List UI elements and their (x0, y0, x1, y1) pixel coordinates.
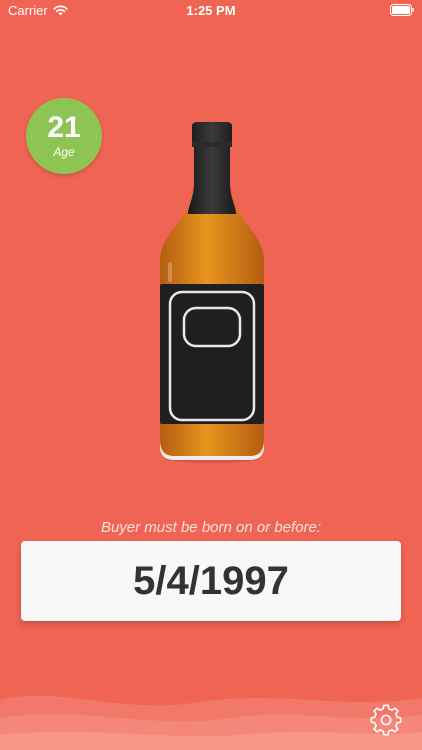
cutoff-date: 5/4/1997 (133, 559, 289, 603)
status-bar: Carrier 1:25 PM (0, 0, 422, 22)
background-waves (0, 695, 422, 750)
battery-icon (390, 4, 414, 16)
age-badge[interactable]: 21 Age (26, 98, 102, 174)
birthdate-prompt: Buyer must be born on or before: (100, 519, 322, 536)
age-number: 21 (47, 111, 81, 144)
status-time: 1:25 PM (186, 3, 236, 18)
bottle-label (160, 284, 264, 424)
gear-icon[interactable] (370, 704, 402, 736)
age-label: Age (53, 145, 75, 159)
bottle-illustration (160, 122, 264, 463)
bottle-cap (188, 122, 236, 214)
cutoff-date-card: 5/4/1997 (21, 541, 401, 621)
